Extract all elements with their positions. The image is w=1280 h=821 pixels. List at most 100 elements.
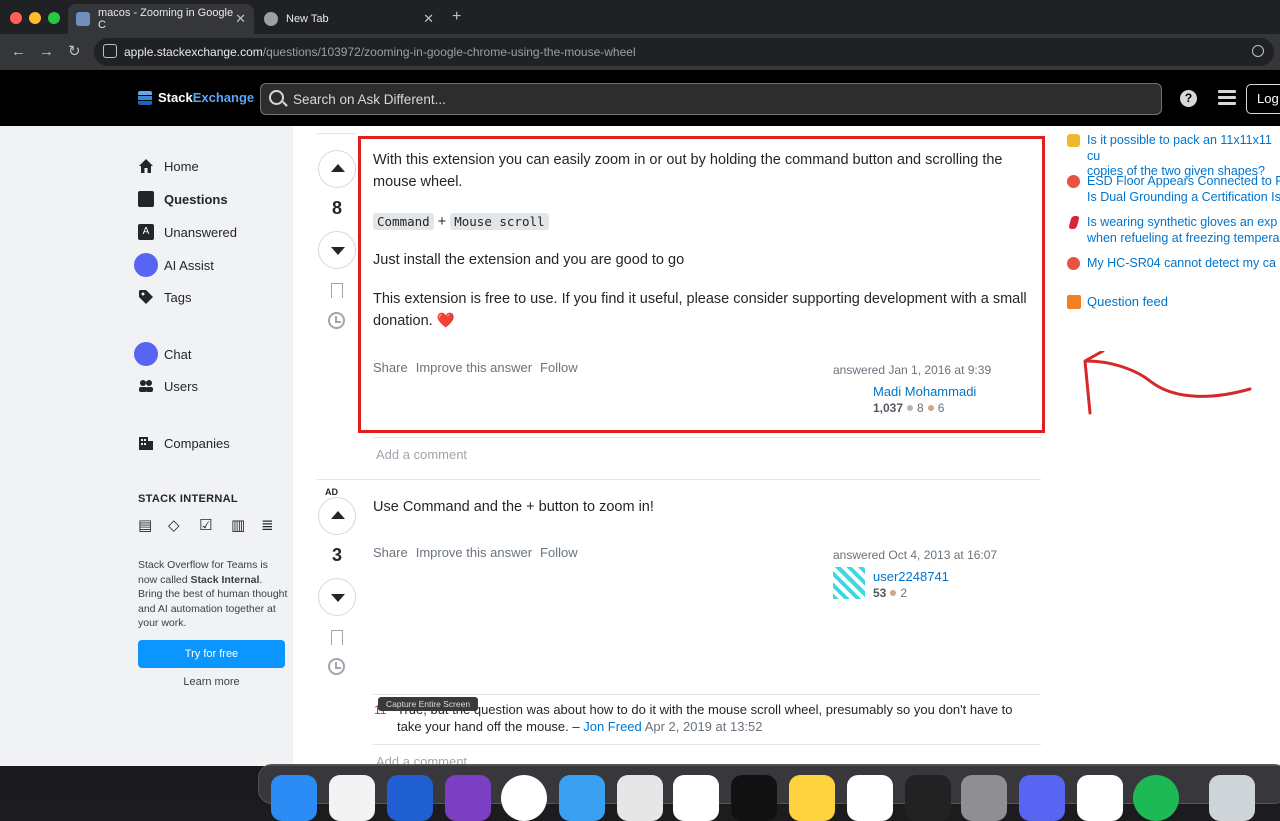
calendar-icon[interactable] [847, 775, 893, 821]
heart-icon: ❤️ [436, 313, 455, 329]
window-minimize-button[interactable] [29, 12, 41, 24]
new-tab-button[interactable]: + [452, 8, 461, 26]
tag-outline-icon: ◇ [168, 517, 180, 534]
windows-app-icon[interactable] [387, 775, 433, 821]
trash-icon[interactable] [1209, 775, 1255, 821]
url-host: apple.stackexchange.com [124, 45, 263, 59]
final-cut-icon[interactable] [905, 775, 951, 821]
upvote-button[interactable] [318, 497, 356, 535]
answer-keys: Command + Mouse scroll [373, 211, 549, 233]
hot-question-title: Is wearing synthetic gloves an exp when r… [1087, 215, 1280, 246]
back-arrow-icon[interactable]: ← [11, 43, 26, 61]
sidebar-item-unanswered[interactable]: A Unanswered [138, 224, 237, 240]
logo-text-stack: Stack [158, 90, 193, 105]
question-feed-link[interactable]: Question feed [1067, 294, 1168, 309]
browser-tab-strip: macos - Zooming in Google C ✕ New Tab ✕ … [0, 0, 1280, 34]
hot-question-item[interactable]: Is it possible to pack an 11x11x11 cu cop… [1067, 133, 1280, 178]
improve-answer-link[interactable]: Improve this answer [416, 545, 532, 560]
companies-icon [138, 435, 154, 451]
history-icon[interactable] [328, 312, 345, 329]
sidebar-item-chat[interactable]: Chat [134, 342, 192, 366]
tab-close-icon[interactable]: ✕ [235, 11, 246, 27]
users-icon [138, 378, 154, 394]
improve-answer-link[interactable]: Improve this answer [416, 360, 532, 375]
finder-icon[interactable] [271, 775, 317, 821]
answer-text: This extension is free to use. If you fi… [373, 291, 1027, 329]
search-icon [269, 90, 284, 105]
notes-icon[interactable] [789, 775, 835, 821]
share-link[interactable]: Share [373, 360, 408, 375]
address-bar[interactable]: apple.stackexchange.com/questions/103972… [94, 38, 1274, 66]
terminal-icon[interactable] [731, 775, 777, 821]
sidebar-item-home[interactable]: Home [138, 158, 199, 174]
downvote-button[interactable] [318, 231, 356, 269]
hot-question-title: Is it possible to pack an 11x11x11 cu cop… [1087, 133, 1280, 180]
try-for-free-button[interactable]: Try for free [138, 640, 285, 668]
window-zoom-button[interactable] [48, 12, 60, 24]
user-link[interactable]: Madi Mohammadi [873, 384, 976, 399]
tab-close-icon[interactable]: ✕ [423, 11, 434, 27]
sidebar-item-companies[interactable]: Companies [138, 435, 230, 451]
chrome-icon[interactable] [501, 775, 547, 821]
sidebar-item-tags[interactable]: Tags [138, 289, 191, 305]
comment-date: Apr 2, 2019 at 13:52 [644, 719, 763, 734]
zoom-indicator-icon[interactable] [1252, 45, 1264, 57]
safari-icon[interactable] [559, 775, 605, 821]
system-settings-icon[interactable] [961, 775, 1007, 821]
app-store-icon[interactable] [617, 775, 663, 821]
spotify-icon[interactable] [1133, 775, 1179, 821]
home-icon [138, 158, 154, 174]
site-switcher-icon[interactable] [1218, 90, 1236, 106]
discord-icon[interactable] [1019, 775, 1065, 821]
firefox-icon[interactable] [445, 775, 491, 821]
sidebar-item-label: Users [164, 378, 198, 394]
chrome-favicon-icon [264, 12, 278, 26]
upvote-button[interactable] [318, 150, 356, 188]
sidebar-item-users[interactable]: Users [138, 378, 198, 394]
plus-text: + [437, 214, 447, 230]
divider [317, 479, 1041, 480]
arrow-annotation [1083, 351, 1252, 415]
site-info-icon[interactable] [103, 44, 117, 58]
tag-icon [138, 289, 154, 305]
hot-question-item[interactable]: My HC-SR04 cannot detect my ca [1067, 256, 1280, 272]
add-comment-link[interactable]: Add a comment [376, 447, 467, 462]
bookmark-icon[interactable] [331, 630, 343, 645]
sidebar-item-label: Unanswered [164, 224, 237, 240]
avatar[interactable] [833, 567, 865, 599]
help-icon[interactable]: ? [1180, 90, 1197, 107]
downvote-button[interactable] [318, 578, 356, 616]
site-header: Stack Exchange Search on Ask Different...… [0, 70, 1280, 126]
vscode-icon[interactable] [673, 775, 719, 821]
sidebar-item-label: Chat [164, 346, 192, 362]
hot-question-item[interactable]: Is wearing synthetic gloves an exp when r… [1067, 215, 1280, 247]
browser-tab-active[interactable]: macos - Zooming in Google C ✕ [68, 4, 254, 34]
user-link[interactable]: user2248741 [873, 569, 949, 584]
follow-link[interactable]: Follow [540, 360, 578, 375]
stocks-icon[interactable] [1077, 775, 1123, 821]
page-content: Home Questions A Unanswered AI Assist Ta… [0, 126, 1280, 766]
login-button[interactable]: Log [1246, 84, 1280, 114]
tab-title: New Tab [286, 13, 329, 25]
bookmark-icon[interactable] [331, 283, 343, 298]
stackexchange-logo[interactable]: Stack Exchange [138, 90, 254, 105]
sidebar-item-questions[interactable]: Questions [138, 191, 228, 207]
comment-author-link[interactable]: Jon Freed [583, 719, 642, 734]
history-icon[interactable] [328, 658, 345, 675]
question-feed-label: Question feed [1087, 294, 1168, 309]
browser-toolbar: ← → ↻ apple.stackexchange.com/questions/… [0, 34, 1280, 70]
hot-question-item[interactable]: ESD Floor Appears Connected to P Is Dual … [1067, 174, 1280, 206]
site-search-input[interactable]: Search on Ask Different... [260, 83, 1162, 115]
bronze-badge-icon [890, 590, 897, 596]
bronze-badge-count: 6 [937, 401, 945, 415]
browser-tab-new[interactable]: New Tab ✕ [256, 4, 442, 34]
learn-more-link[interactable]: Learn more [138, 676, 285, 688]
window-close-button[interactable] [10, 12, 22, 24]
share-link[interactable]: Share [373, 545, 408, 560]
kbd-command: Command [373, 213, 434, 230]
sidebar-item-ai-assist[interactable]: AI Assist [134, 253, 214, 277]
reload-icon[interactable]: ↻ [68, 43, 81, 61]
launchpad-icon[interactable] [329, 775, 375, 821]
forward-arrow-icon[interactable]: → [39, 43, 54, 61]
follow-link[interactable]: Follow [540, 545, 578, 560]
